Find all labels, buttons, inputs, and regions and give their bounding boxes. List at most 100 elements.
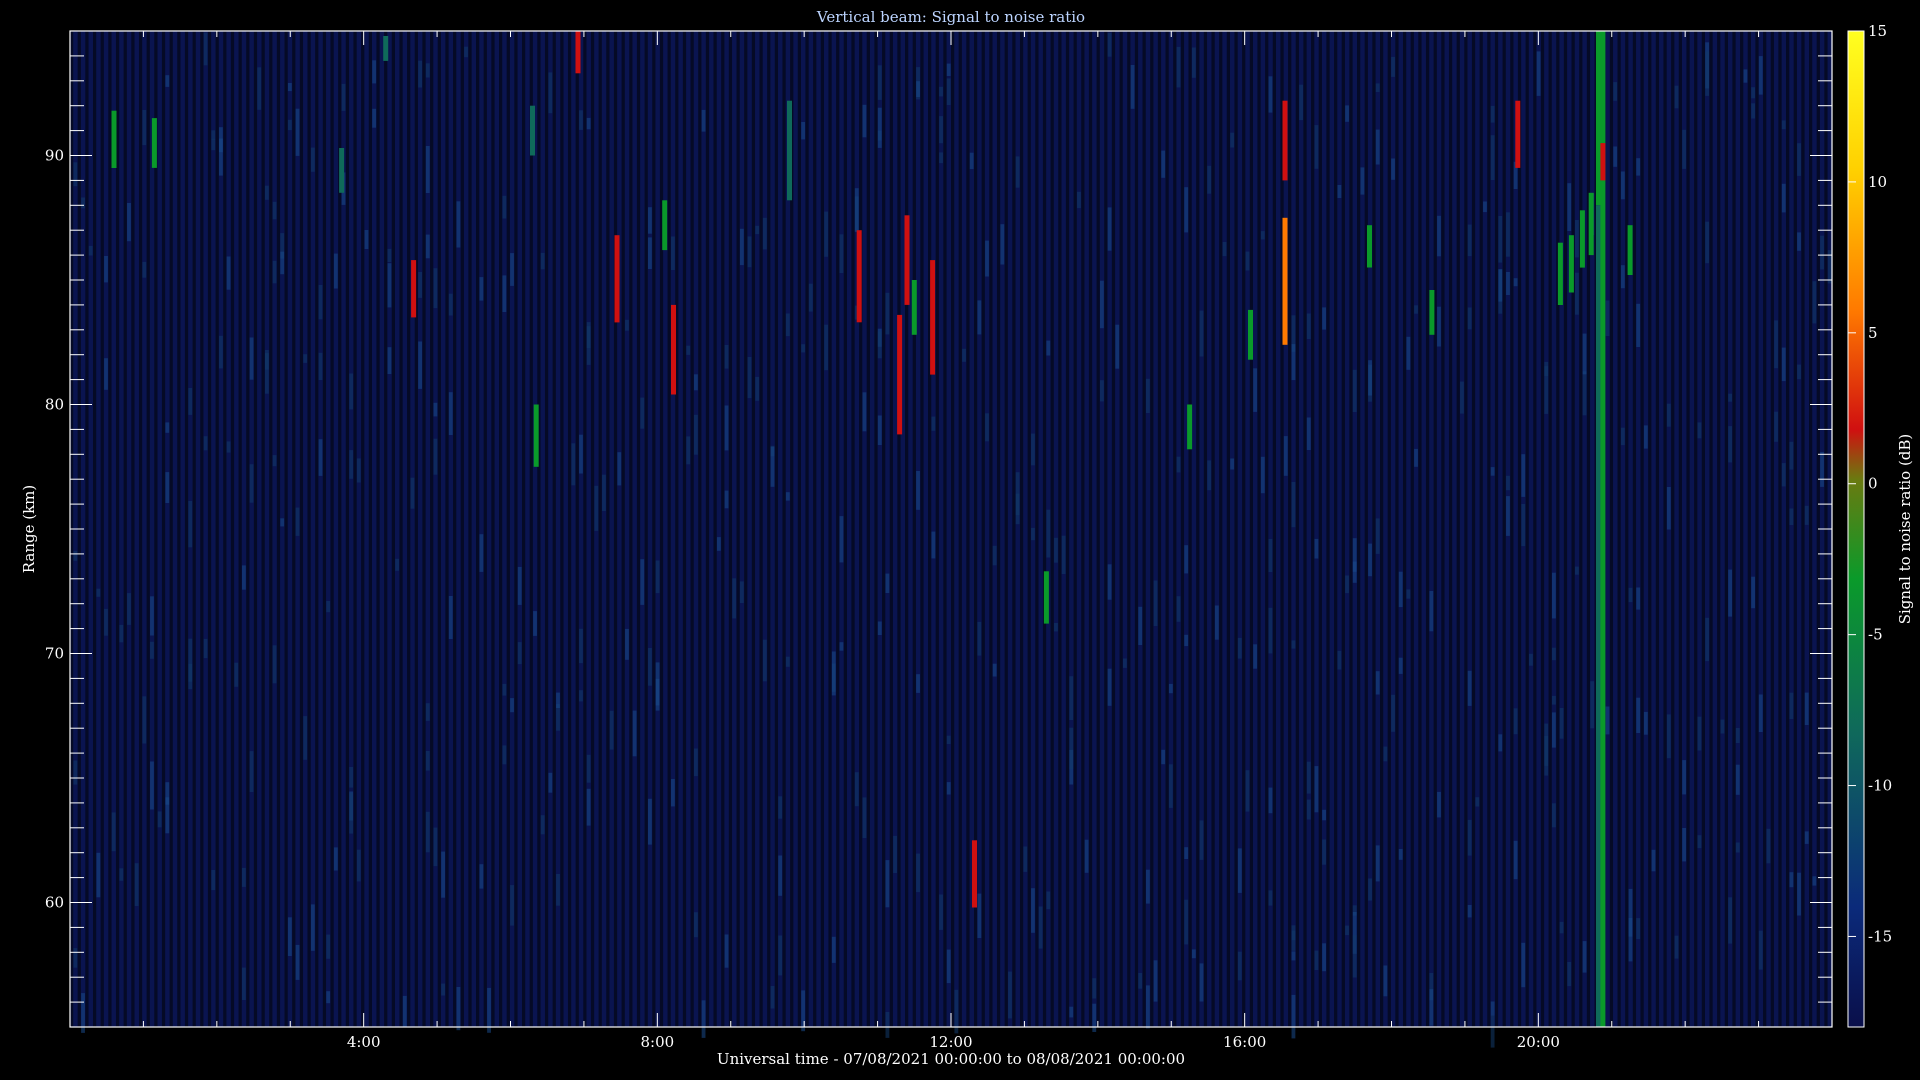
noise-speckle	[701, 109, 706, 132]
noise-speckle	[464, 46, 468, 58]
y-axis-label: Range (km)	[20, 485, 38, 574]
noise-speckle	[226, 441, 231, 453]
noise-speckle	[1000, 224, 1005, 265]
noise-speckle	[770, 986, 775, 1009]
column-gap	[774, 31, 779, 1027]
column-gap	[322, 31, 327, 1027]
column-gap	[200, 31, 204, 1027]
noise-speckle	[349, 373, 354, 410]
noise-speckle	[992, 545, 997, 566]
noise-speckle	[425, 751, 430, 771]
noise-speckle	[1100, 380, 1104, 402]
column-gap	[621, 31, 625, 1027]
noise-speckle	[548, 772, 553, 793]
noise-speckle	[356, 458, 361, 483]
noise-speckle	[241, 867, 246, 887]
y-tick-label: 60	[45, 894, 64, 912]
noise-speckle	[1620, 265, 1625, 289]
column-gap	[1625, 31, 1629, 1027]
colorbar-tick-label: -5	[1868, 626, 1883, 644]
noise-speckle	[517, 566, 522, 605]
column-gap	[499, 31, 503, 1027]
noise-speckle	[448, 293, 453, 316]
column-gap	[958, 31, 962, 1027]
noise-speckle	[1490, 105, 1495, 123]
noise-speckle	[287, 83, 292, 92]
echo-mark	[930, 260, 936, 375]
noise-speckle	[579, 434, 583, 474]
noise-speckle	[1322, 809, 1326, 821]
column-gap	[529, 31, 533, 1027]
noise-speckle	[1375, 129, 1380, 165]
noise-speckle	[1735, 842, 1740, 853]
echo-mark	[787, 100, 792, 201]
noise-speckle	[1467, 819, 1472, 856]
noise-speckle	[1483, 201, 1487, 213]
noise-speckle	[854, 188, 859, 233]
noise-speckle	[165, 75, 170, 87]
column-gap	[920, 31, 924, 1027]
column-gap	[468, 31, 472, 1027]
noise-speckle	[1046, 340, 1051, 356]
noise-speckle	[1766, 828, 1771, 864]
column-gap	[1119, 31, 1123, 1027]
noise-speckle	[1751, 87, 1756, 99]
column-gap	[1104, 31, 1108, 1027]
noise-speckle	[885, 292, 890, 335]
noise-speckle	[977, 621, 982, 656]
column-gap	[1211, 31, 1215, 1027]
column-gap	[253, 31, 258, 1027]
noise-speckle	[1781, 120, 1786, 130]
noise-speckle	[1092, 978, 1097, 999]
noise-speckle	[1552, 712, 1556, 748]
column-gap	[1563, 31, 1568, 1027]
noise-speckle	[1490, 1001, 1495, 1016]
column-gap	[1786, 31, 1790, 1027]
colorbar-tick-label: 5	[1868, 324, 1878, 342]
column-gap	[407, 31, 411, 1027]
noise-speckle	[1391, 56, 1395, 77]
noise-speckle	[303, 716, 308, 760]
noise-speckle	[326, 601, 331, 613]
column-gap	[1157, 31, 1162, 1027]
noise-speckle	[648, 207, 652, 234]
column-gap	[138, 31, 143, 1027]
echo-mark	[904, 215, 910, 305]
noise-speckle	[801, 344, 806, 353]
column-gap	[759, 31, 763, 1027]
noise-speckle	[540, 252, 545, 270]
noise-speckle	[1666, 714, 1671, 759]
x-tick-label: 20:00	[1517, 1033, 1560, 1051]
column-gap	[483, 31, 487, 1027]
noise-speckle	[1735, 728, 1740, 743]
column-gap	[859, 31, 863, 1027]
noise-speckle	[877, 415, 882, 445]
noise-speckle	[1820, 451, 1824, 487]
noise-speckle	[418, 60, 423, 88]
noise-speckle	[533, 611, 537, 636]
column-gap	[1387, 31, 1391, 1027]
noise-speckle	[1574, 220, 1579, 258]
noise-speckle	[1237, 848, 1242, 893]
column-gap	[652, 31, 656, 1027]
noise-speckle	[1023, 846, 1028, 872]
column-gap	[659, 31, 664, 1027]
noise-speckle	[1375, 518, 1380, 554]
column-gap	[1334, 31, 1338, 1027]
noise-speckle	[226, 256, 231, 290]
noise-speckle	[1437, 306, 1441, 347]
column-gap	[1425, 31, 1430, 1027]
noise-speckle	[1666, 487, 1671, 530]
column-gap	[92, 31, 97, 1027]
noise-speckle	[1506, 272, 1510, 295]
noise-speckle	[1567, 962, 1572, 987]
noise-speckle	[1728, 426, 1733, 463]
noise-speckle	[701, 1000, 706, 1038]
noise-speckle	[1322, 943, 1326, 972]
noise-speckle	[1552, 572, 1556, 619]
noise-speckle	[502, 195, 507, 219]
noise-speckle	[1429, 591, 1434, 632]
noise-speckle	[1268, 607, 1273, 654]
column-gap	[644, 31, 648, 1027]
column-gap	[1180, 31, 1185, 1027]
